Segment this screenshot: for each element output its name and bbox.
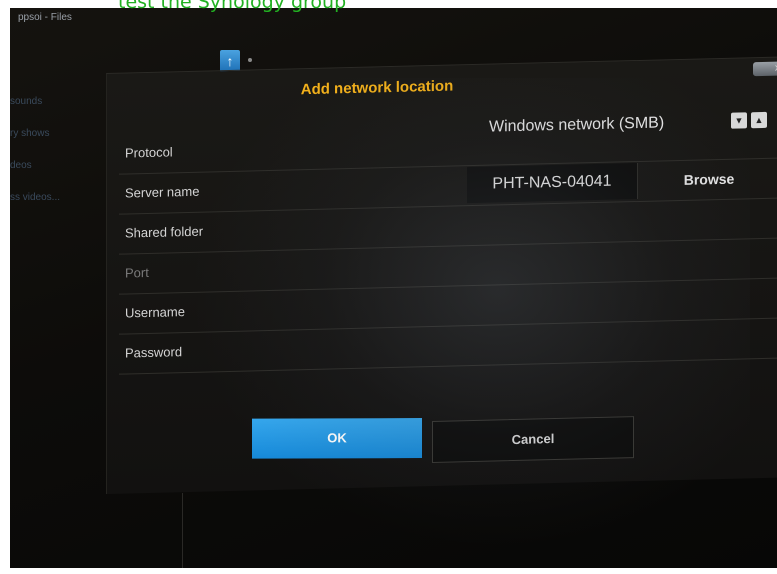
protocol-select[interactable]: Windows network (SMB) xyxy=(489,114,664,136)
chevron-up-icon[interactable]: ▲ xyxy=(751,111,767,129)
add-network-location-dialog: Add network location x Protocol Windows … xyxy=(106,56,777,494)
password-label: Password xyxy=(125,344,183,361)
menu-dot xyxy=(248,58,252,62)
photo-frame: ppsoi - Files sounds ry shows deos ss vi… xyxy=(0,0,777,574)
close-icon[interactable]: x xyxy=(753,61,777,77)
photo-caption: test the Synology group xyxy=(118,0,347,13)
cancel-button[interactable]: Cancel xyxy=(432,416,634,464)
protocol-label: Protocol xyxy=(125,144,173,161)
divider xyxy=(182,493,183,568)
background-sidebar-item: deos xyxy=(10,160,32,171)
background-window-title: ppsoi - Files xyxy=(18,12,72,23)
chevron-down-icon[interactable]: ▼ xyxy=(731,112,747,129)
server-name-label: Server name xyxy=(125,183,200,201)
ok-button[interactable]: OK xyxy=(252,418,422,459)
dialog-title: Add network location xyxy=(300,77,454,99)
background-sidebar-item: ss videos... xyxy=(10,192,61,203)
background-sidebar-item: sounds xyxy=(10,96,43,107)
port-label: Port xyxy=(125,264,149,281)
username-label: Username xyxy=(125,304,185,321)
server-name-input[interactable]: PHT-NAS-04041 xyxy=(467,162,638,204)
tv-screen: ppsoi - Files sounds ry shows deos ss vi… xyxy=(10,8,777,568)
arrow-up-icon[interactable]: ↑ xyxy=(220,50,240,72)
browse-button[interactable]: Browse xyxy=(639,160,777,199)
shared-folder-label: Shared folder xyxy=(125,223,204,241)
background-sidebar-item: ry shows xyxy=(10,128,50,139)
